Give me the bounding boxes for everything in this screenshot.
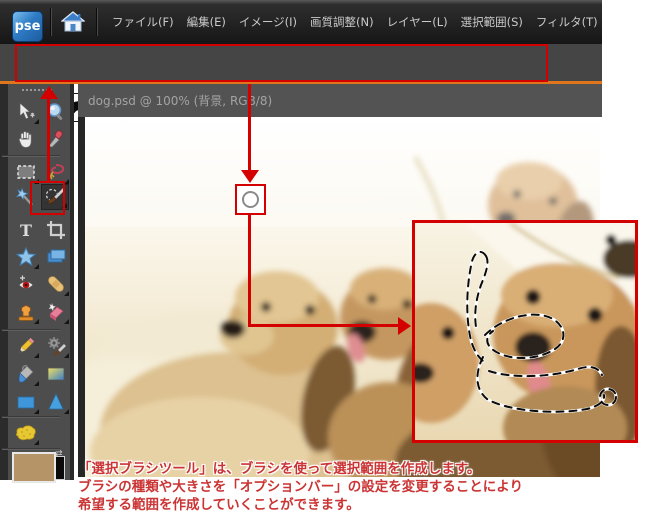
swap-colors-icon[interactable]: ⇄ — [55, 449, 63, 459]
move-tool[interactable] — [12, 99, 40, 125]
hand-tool[interactable] — [12, 126, 40, 152]
toolbox-divider — [2, 329, 60, 331]
brush-cursor-box — [235, 184, 266, 215]
menu-image[interactable]: イメージ(I) — [239, 14, 297, 30]
annotation-line — [248, 84, 251, 172]
menu-file[interactable]: ファイル(F) — [112, 14, 174, 30]
menu-layer[interactable]: レイヤー(L) — [387, 14, 448, 30]
menu-filter[interactable]: フィルタ(T) — [536, 14, 598, 30]
foreground-color-swatch[interactable] — [12, 452, 56, 483]
type-tool-glyph: T — [20, 220, 32, 240]
menu-edit[interactable]: 編集(E) — [187, 14, 226, 30]
toolbox-divider — [2, 416, 60, 418]
menubar-divider — [96, 8, 98, 36]
pse-logo[interactable]: pse — [12, 11, 43, 42]
annotation-arrow-down — [241, 170, 259, 183]
caption-line-2: ブラシの種類や大きさを「オプションバー」の設定を変更することにより — [78, 479, 523, 495]
eraser-tool[interactable] — [42, 299, 70, 325]
brush-cursor-icon — [242, 191, 259, 208]
document-window-border — [78, 117, 85, 477]
tool-highlight-box — [30, 181, 65, 215]
crop-tool[interactable] — [42, 217, 70, 243]
annotation-line — [248, 324, 400, 327]
annotation-line — [47, 97, 50, 183]
pencil-tool[interactable] — [12, 333, 40, 359]
annotation-arrow-right — [398, 317, 411, 335]
annotation-line — [248, 215, 251, 327]
shape-tool[interactable] — [12, 389, 40, 415]
toolbox-divider — [2, 155, 60, 157]
toolbox-divider — [2, 448, 60, 450]
document-title-bar[interactable]: dog.psd @ 100% (背景, RGB/8) — [78, 84, 602, 117]
smart-brush-tool[interactable] — [42, 333, 70, 359]
home-button[interactable] — [58, 10, 88, 38]
caption-text: 「選択ブラシツール」は、ブラシを使って選択範囲を作成します。 ブラシの種類や大き… — [78, 460, 623, 514]
zoom-inset — [412, 220, 638, 443]
menu-enhance[interactable]: 画質調整(N) — [310, 14, 374, 30]
healing-brush-tool[interactable] — [42, 271, 70, 297]
document-title: dog.psd @ 100% (背景, RGB/8) — [88, 94, 273, 108]
sponge-tool[interactable] — [12, 420, 40, 446]
clone-stamp-tool[interactable] — [12, 299, 40, 325]
caption-line-3: 希望する範囲を作成していくことができます。 — [78, 497, 360, 513]
options-highlight-box — [15, 44, 548, 82]
menu-select[interactable]: 選択範囲(S) — [461, 14, 523, 30]
caption-line-1: 「選択ブラシツール」は、ブラシを使って選択範囲を作成します。 — [78, 461, 481, 477]
menubar-divider — [50, 8, 52, 36]
menu-bar: pse ファイル(F) 編集(E) イメージ(I) 画質調整(N) レイヤー(L… — [0, 0, 602, 44]
paint-bucket-tool[interactable] — [12, 361, 40, 387]
window-edge — [0, 84, 8, 480]
sharpen-tool[interactable] — [42, 389, 70, 415]
gradient-tool[interactable] — [42, 361, 70, 387]
type-tool[interactable]: T — [12, 217, 40, 243]
home-icon — [60, 11, 86, 37]
cookie-cutter-tool[interactable] — [12, 244, 40, 270]
red-eye-tool[interactable] — [12, 271, 40, 297]
straighten-tool[interactable] — [42, 244, 70, 270]
menu-item-list: ファイル(F) 編集(E) イメージ(I) 画質調整(N) レイヤー(L) 選択… — [112, 0, 602, 44]
